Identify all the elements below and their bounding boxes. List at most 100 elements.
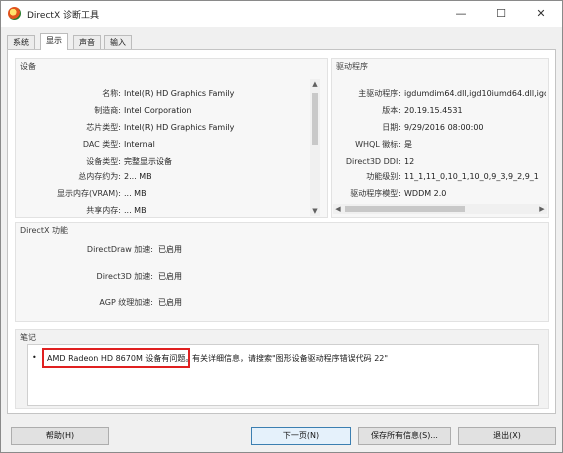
device-name-label: 名称: bbox=[102, 89, 121, 98]
chip-type-label-row: 芯片类型: bbox=[21, 122, 121, 134]
version-label-row: 版本: bbox=[333, 105, 401, 117]
driver-model-value: WDDM 2.0 bbox=[404, 189, 447, 198]
feature-level-label-row: 功能级别: bbox=[333, 171, 401, 183]
direct3d-label-row: Direct3D 加速: bbox=[41, 271, 153, 283]
device-type-value-row: 完整显示设备 bbox=[124, 156, 304, 168]
version-value-row: 20.19.15.4531 bbox=[404, 105, 546, 117]
next-page-button[interactable]: 下一页(N) bbox=[251, 427, 351, 445]
tab-system[interactable]: 系统 bbox=[7, 35, 35, 49]
main-driver-label: 主驱动程序: bbox=[358, 89, 401, 98]
directdraw-value-row: 已启用 bbox=[158, 244, 218, 256]
save-all-info-button[interactable]: 保存所有信息(S)... bbox=[358, 427, 451, 445]
driver-scroll-thumb[interactable] bbox=[345, 206, 465, 212]
driver-model-label: 驱动程序模型: bbox=[350, 189, 401, 198]
feature-level-value-row: 11_1,11_0,10_1,10_0,9_3,9_2,9_1 bbox=[404, 171, 546, 183]
date-value-row: 9/29/2016 08:00:00 bbox=[404, 122, 546, 134]
feature-level-value: 11_1,11_0,10_1,10_0,9_3,9_2,9_1 bbox=[404, 172, 539, 181]
agp-value-row: 已启用 bbox=[158, 297, 218, 309]
manufacturer-value: Intel Corporation bbox=[124, 106, 192, 115]
direct3d-label: Direct3D 加速: bbox=[96, 272, 153, 281]
scroll-left-arrow-icon[interactable]: ◀ bbox=[333, 204, 343, 214]
chip-type-label: 芯片类型: bbox=[86, 123, 121, 132]
device-name-value-row: Intel(R) HD Graphics Family bbox=[124, 88, 304, 100]
minimize-button[interactable]: — bbox=[441, 1, 481, 27]
vram-label-row: 显示内存(VRAM): bbox=[21, 188, 121, 200]
manufacturer-label: 制造商: bbox=[94, 106, 121, 115]
device-type-label-row: 设备类型: bbox=[21, 156, 121, 168]
shared-memory-value-row: ... MB bbox=[124, 205, 304, 217]
close-button[interactable]: ✕ bbox=[521, 1, 561, 27]
main-driver-value-row: igdumdim64.dll,igd10iumd64.dll,igd1 bbox=[404, 88, 546, 100]
tab-input[interactable]: 输入 bbox=[104, 35, 132, 49]
ddi-label: Direct3D DDI: bbox=[345, 157, 401, 166]
main-driver-label-row: 主驱动程序: bbox=[333, 88, 401, 100]
driver-group-title: 驱动程序 bbox=[336, 62, 368, 71]
note-detail-text: 有关详细信息，请搜索"图形设备驱动程序错误代码 22" bbox=[192, 354, 389, 363]
driver-horizontal-scrollbar[interactable]: ◀ ▶ bbox=[333, 204, 547, 214]
agp-value: 已启用 bbox=[158, 298, 182, 307]
shared-memory-label: 共享内存: bbox=[86, 206, 121, 215]
scroll-down-arrow-icon[interactable]: ▼ bbox=[310, 206, 320, 216]
dac-type-label: DAC 类型: bbox=[82, 140, 121, 149]
directx-icon bbox=[8, 7, 21, 20]
device-name-label-row: 名称: bbox=[21, 88, 121, 100]
notes-title: 笔记 bbox=[20, 333, 36, 342]
agp-label: AGP 纹理加速: bbox=[99, 298, 153, 307]
total-memory-label-row: 总内存约为: bbox=[21, 171, 121, 183]
shared-memory-value: ... MB bbox=[124, 206, 147, 215]
tab-sound[interactable]: 声音 bbox=[73, 35, 101, 49]
tab-display[interactable]: 显示 bbox=[40, 33, 68, 50]
device-type-label: 设备类型: bbox=[86, 157, 121, 166]
chip-type-value-row: Intel(R) HD Graphics Family bbox=[124, 122, 304, 134]
total-memory-value: 2... MB bbox=[124, 172, 152, 181]
direct3d-value: 已启用 bbox=[158, 272, 182, 281]
manufacturer-label-row: 制造商: bbox=[21, 105, 121, 117]
whql-value-row: 是 bbox=[404, 139, 546, 151]
dac-type-value-row: Internal bbox=[124, 139, 304, 151]
exit-button[interactable]: 退出(X) bbox=[458, 427, 556, 445]
vram-value: ... MB bbox=[124, 189, 147, 198]
help-button[interactable]: 帮助(H) bbox=[11, 427, 109, 445]
total-memory-value-row: 2... MB bbox=[124, 171, 304, 183]
directdraw-label: DirectDraw 加速: bbox=[86, 245, 153, 254]
scroll-up-arrow-icon[interactable]: ▲ bbox=[310, 79, 320, 89]
date-label: 日期: bbox=[382, 123, 401, 132]
driver-model-label-row: 驱动程序模型: bbox=[333, 188, 401, 200]
whql-label: WHQL 徽标: bbox=[355, 140, 401, 149]
device-scroll-thumb[interactable] bbox=[312, 93, 318, 145]
device-name-value: Intel(R) HD Graphics Family bbox=[124, 89, 235, 98]
dac-type-value: Internal bbox=[124, 140, 155, 149]
note-problem-text: AMD Radeon HD 8670M 设备有问题。 bbox=[47, 354, 194, 363]
version-value: 20.19.15.4531 bbox=[404, 106, 463, 115]
whql-label-row: WHQL 徽标: bbox=[333, 139, 401, 151]
maximize-button[interactable]: ☐ bbox=[481, 1, 521, 27]
ddi-value-row: 12 bbox=[404, 156, 546, 168]
title-bar[interactable]: DirectX 诊断工具 — ☐ ✕ bbox=[1, 1, 562, 27]
dac-type-label-row: DAC 类型: bbox=[21, 139, 121, 151]
date-value: 9/29/2016 08:00:00 bbox=[404, 123, 484, 132]
directx-features-title: DirectX 功能 bbox=[20, 226, 68, 235]
ddi-value: 12 bbox=[404, 157, 415, 166]
device-vertical-scrollbar[interactable]: ▲ ▼ bbox=[310, 79, 320, 216]
vram-label: 显示内存(VRAM): bbox=[56, 189, 121, 198]
agp-label-row: AGP 纹理加速: bbox=[41, 297, 153, 309]
scroll-right-arrow-icon[interactable]: ▶ bbox=[537, 204, 547, 214]
total-memory-label: 总内存约为: bbox=[78, 172, 121, 181]
note-bullet: • bbox=[32, 353, 37, 362]
directdraw-value: 已启用 bbox=[158, 245, 182, 254]
version-label: 版本: bbox=[382, 106, 401, 115]
direct3d-value-row: 已启用 bbox=[158, 271, 218, 283]
manufacturer-value-row: Intel Corporation bbox=[124, 105, 304, 117]
directdraw-label-row: DirectDraw 加速: bbox=[41, 244, 153, 256]
device-type-value: 完整显示设备 bbox=[124, 157, 172, 166]
feature-level-label: 功能级别: bbox=[366, 172, 401, 181]
vram-value-row: ... MB bbox=[124, 188, 304, 200]
device-group-title: 设备 bbox=[20, 62, 36, 71]
chip-type-value: Intel(R) HD Graphics Family bbox=[124, 123, 235, 132]
date-label-row: 日期: bbox=[333, 122, 401, 134]
whql-value: 是 bbox=[404, 140, 412, 149]
main-driver-value: igdumdim64.dll,igd10iumd64.dll,igd1 bbox=[404, 89, 546, 98]
ddi-label-row: Direct3D DDI: bbox=[333, 156, 401, 168]
window-title: DirectX 诊断工具 bbox=[27, 11, 99, 21]
shared-memory-label-row: 共享内存: bbox=[21, 205, 121, 217]
